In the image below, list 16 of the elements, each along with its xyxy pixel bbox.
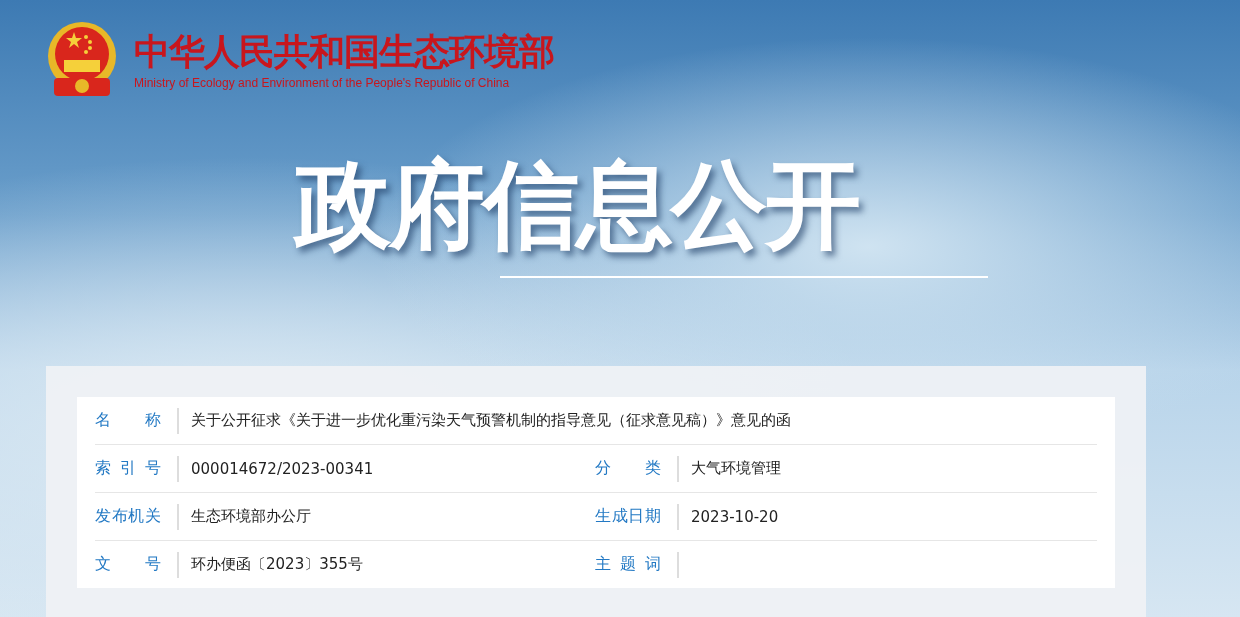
field-value: 大气环境管理 — [691, 459, 781, 478]
field-label: 文号 — [95, 554, 161, 575]
ministry-title: 中华人民共和国生态环境部 — [134, 30, 554, 74]
field-value: 2023-10-20 — [691, 507, 779, 526]
field-label: 主题词 — [595, 554, 661, 575]
field-value: 生态环境部办公厅 — [191, 507, 311, 526]
field-label: 分类 — [595, 458, 661, 479]
field-value: 关于公开征求《关于进一步优化重污染天气预警机制的指导意见（征求意见稿）》意见的函 — [191, 411, 791, 430]
field-value: 000014672/2023-00341 — [191, 459, 374, 478]
field-label: 生成日期 — [595, 506, 661, 527]
ministry-subtitle: Ministry of Ecology and Environment of the People's Republic of China — [134, 76, 511, 90]
field-label: 发布机关 — [95, 506, 161, 527]
field-value: 环办便函〔2023〕355号 — [191, 555, 363, 574]
banner-title: 政府信息公开 — [295, 150, 860, 260]
field-label: 名称 — [95, 410, 161, 431]
field-label: 索引号 — [95, 458, 161, 479]
